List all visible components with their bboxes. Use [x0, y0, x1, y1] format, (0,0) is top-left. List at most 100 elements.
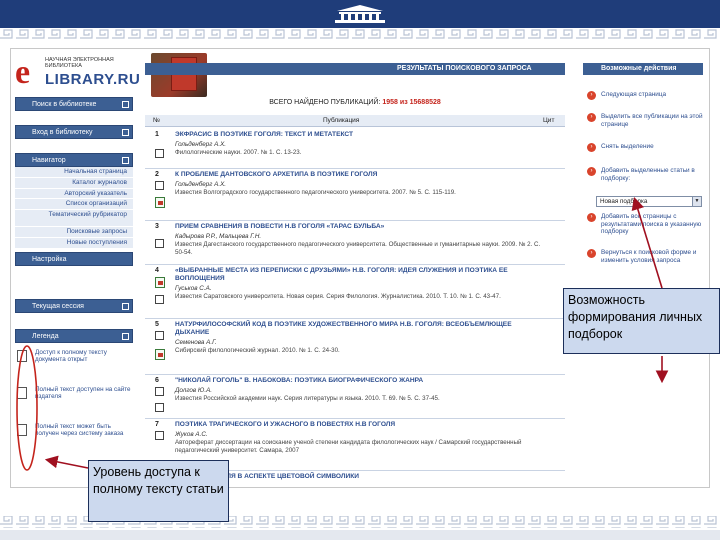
- settings-label[interactable]: Настройка: [32, 256, 66, 263]
- found-total: из 15688528: [399, 99, 441, 106]
- settings-header: Настройка: [15, 251, 133, 266]
- arrow-right-icon: ›: [587, 113, 596, 122]
- expand-icon[interactable]: [122, 303, 129, 310]
- row-checkbox[interactable]: [155, 239, 164, 248]
- publication-title[interactable]: ПРИЕМ СРАВНЕНИЯ В ПОВЕСТИ Н.В ГОГОЛЯ «ТА…: [175, 223, 541, 231]
- action-label: Снять выделение: [601, 143, 654, 150]
- publication-authors[interactable]: Кадырова Р.Р., Мальцева Г.Н.: [175, 233, 261, 240]
- action-add-all-pages[interactable]: › Добавить все страницы с результатами п…: [583, 213, 703, 236]
- logo-subtitle: НАУЧНАЯ ЭЛЕКТРОННАЯ БИБЛИОТЕКА: [45, 57, 114, 69]
- row-number: 1: [155, 131, 159, 138]
- publication-title[interactable]: НАТУРФИЛОСОФСКИЙ КОД В ПОЭТИКЕ ХУДОЖЕСТВ…: [175, 321, 541, 337]
- row-number: 5: [155, 321, 159, 328]
- row-checkbox[interactable]: [155, 295, 164, 304]
- greek-key-border-top: [0, 28, 720, 40]
- action-add-selected[interactable]: › Добавить выделенные статьи в подборку:: [583, 167, 703, 182]
- full-text-open-icon[interactable]: [155, 277, 165, 288]
- action-next-page[interactable]: › Следующая страница: [583, 91, 703, 100]
- publication-title[interactable]: ЭКФРАСИС В ПОЭТИКЕ ГОГОЛЯ: ТЕКСТ И МЕТАТ…: [175, 131, 541, 139]
- action-back-to-search[interactable]: › Вернуться к поисковой форме и изменить…: [583, 249, 703, 264]
- full-text-open-icon: [17, 350, 27, 362]
- callout-access-level: Уровень доступа к полному тексту статьи: [88, 460, 229, 522]
- publication-authors[interactable]: Долгов Ю.А.: [175, 387, 212, 394]
- action-label: Выделить все публикации на этой странице: [601, 113, 703, 128]
- table-row: 1 ЭКФРАСИС В ПОЭТИКЕ ГОГОЛЯ: ТЕКСТ И МЕТ…: [145, 129, 565, 169]
- nav-item-journals[interactable]: Каталог журналов: [15, 177, 133, 189]
- row-checkbox[interactable]: [155, 181, 164, 190]
- row-number: 2: [155, 171, 159, 178]
- col-number: №: [153, 117, 160, 124]
- row-checkbox-order[interactable]: [155, 403, 164, 412]
- nav-item-home[interactable]: Начальная страница: [15, 167, 133, 178]
- arrow-right-icon: ›: [587, 167, 596, 176]
- collapse-icon[interactable]: [122, 157, 129, 164]
- publication-title[interactable]: «ВЫБРАННЫЕ МЕСТА ИЗ ПЕРЕПИСКИ С ДРУЗЬЯМИ…: [175, 267, 541, 283]
- session-panel[interactable]: Текущая сессия: [15, 299, 133, 313]
- action-select-all[interactable]: › Выделить все публикации на этой страни…: [583, 113, 703, 128]
- row-number: 6: [155, 377, 159, 384]
- arrow-right-icon: ›: [587, 249, 596, 258]
- nav-item-new[interactable]: Новые поступления: [15, 237, 133, 249]
- table-row: 3 ПРИЕМ СРАВНЕНИЯ В ПОВЕСТИ Н.В ГОГОЛЯ «…: [145, 221, 565, 265]
- nav-item-rubricator[interactable]: Тематический рубрикатор: [15, 210, 133, 228]
- publication-source[interactable]: Сибирский филологический журнал. 2010. №…: [175, 347, 541, 355]
- publication-source[interactable]: Известия Российской академии наук. Серия…: [175, 395, 541, 403]
- chevron-down-icon[interactable]: ▼: [692, 197, 701, 206]
- publication-source[interactable]: Известия Саратовского университета. Нова…: [175, 293, 541, 301]
- full-text-open-icon[interactable]: [155, 349, 165, 360]
- row-checkbox[interactable]: [155, 149, 164, 158]
- action-label: Следующая страница: [601, 91, 667, 98]
- login-panel[interactable]: Вход в библиотеку: [15, 125, 133, 139]
- search-library-label: Поиск в библиотеке: [32, 101, 97, 108]
- results-header: РЕЗУЛЬТАТЫ ПОИСКОВОГО ЗАПРОСА: [145, 63, 565, 75]
- legend-publisher-label: Полный текст доступен на сайте издателя: [35, 386, 131, 401]
- nav-item-authors[interactable]: Авторский указатель: [15, 188, 133, 200]
- publication-authors[interactable]: Гуськов С.А.: [175, 285, 212, 292]
- logo-letter: e: [15, 54, 31, 91]
- publication-source[interactable]: Известия Волгоградского государственного…: [175, 189, 541, 197]
- search-library-panel[interactable]: Поиск в библиотеке: [15, 97, 133, 111]
- publication-source[interactable]: Известия Дагестанского государственного …: [175, 241, 541, 256]
- row-checkbox[interactable]: [155, 387, 164, 396]
- slide-header-band: [0, 0, 720, 28]
- expand-icon[interactable]: [122, 101, 129, 108]
- order-system-icon: [17, 424, 27, 436]
- publication-authors[interactable]: Жуков А.С.: [175, 431, 208, 438]
- collapse-icon[interactable]: [122, 333, 129, 340]
- publication-authors[interactable]: Гольденберг А.Х.: [175, 181, 226, 188]
- col-publication: Публикация: [323, 117, 360, 124]
- row-number: 3: [155, 223, 159, 230]
- nav-item-queries[interactable]: Поисковые запросы: [15, 227, 133, 238]
- login-label: Вход в библиотеку: [32, 129, 93, 136]
- nav-item-organizations[interactable]: Список организаций: [15, 199, 133, 211]
- building-emblem-icon: [335, 5, 385, 23]
- legend-item-publisher: Полный текст доступен на сайте издателя: [15, 386, 133, 401]
- full-text-open-icon[interactable]: [155, 197, 165, 208]
- table-row: 4 «ВЫБРАННЫЕ МЕСТА ИЗ ПЕРЕПИСКИ С ДРУЗЬЯ…: [145, 265, 565, 319]
- publication-title[interactable]: ПОЭТИКА ТРАГИЧЕСКОГО И УЖАСНОГО В ПОВЕСТ…: [175, 421, 541, 429]
- arrow-right-icon: ›: [587, 213, 596, 222]
- expand-icon[interactable]: [122, 129, 129, 136]
- action-clear-selection[interactable]: › Снять выделение: [583, 143, 703, 152]
- publication-source[interactable]: Филологические науки. 2007. № 1. С. 13-2…: [175, 149, 541, 157]
- row-checkbox[interactable]: [155, 331, 164, 340]
- row-number: 4: [155, 267, 159, 274]
- elibrary-screenshot: e НАУЧНАЯ ЭЛЕКТРОННАЯ БИБЛИОТЕКА LIBRARY…: [10, 48, 710, 488]
- publication-title[interactable]: К ПРОБЛЕМЕ ДАНТОВСКОГО АРХЕТИПА В ПОЭТИК…: [175, 171, 541, 179]
- legend-item-order: Полный текст может быть получен через си…: [15, 423, 133, 438]
- publication-authors[interactable]: Семенова А.Г.: [175, 339, 217, 346]
- col-citations[interactable]: Цит: [543, 115, 554, 127]
- legend-title: Легенда: [32, 333, 59, 340]
- elibrary-logo[interactable]: e НАУЧНАЯ ЭЛЕКТРОННАЯ БИБЛИОТЕКА LIBRARY…: [15, 53, 140, 93]
- arrow-right-icon: ›: [587, 91, 596, 100]
- legend-item-open: Доступ к полному тексту документа открыт: [15, 349, 133, 364]
- logo-name: LIBRARY.RU: [45, 71, 141, 88]
- publication-title[interactable]: ПОЭТИКА ГОГОЛЯ В АСПЕКТЕ ЦВЕТОВОЙ СИМВОЛ…: [175, 473, 541, 481]
- publication-authors[interactable]: Гольденберг А.Х.: [175, 141, 226, 148]
- row-checkbox[interactable]: [155, 431, 164, 440]
- arrow-right-icon: ›: [587, 143, 596, 152]
- publication-source[interactable]: Автореферат диссертации на соискание уче…: [175, 439, 541, 454]
- publication-title[interactable]: "НИКОЛАЙ ГОГОЛЬ" В. НАБОКОВА: ПОЭТИКА БИ…: [175, 377, 541, 385]
- collection-select[interactable]: Новая подборка ▼: [596, 196, 702, 207]
- publisher-site-icon: [17, 387, 27, 399]
